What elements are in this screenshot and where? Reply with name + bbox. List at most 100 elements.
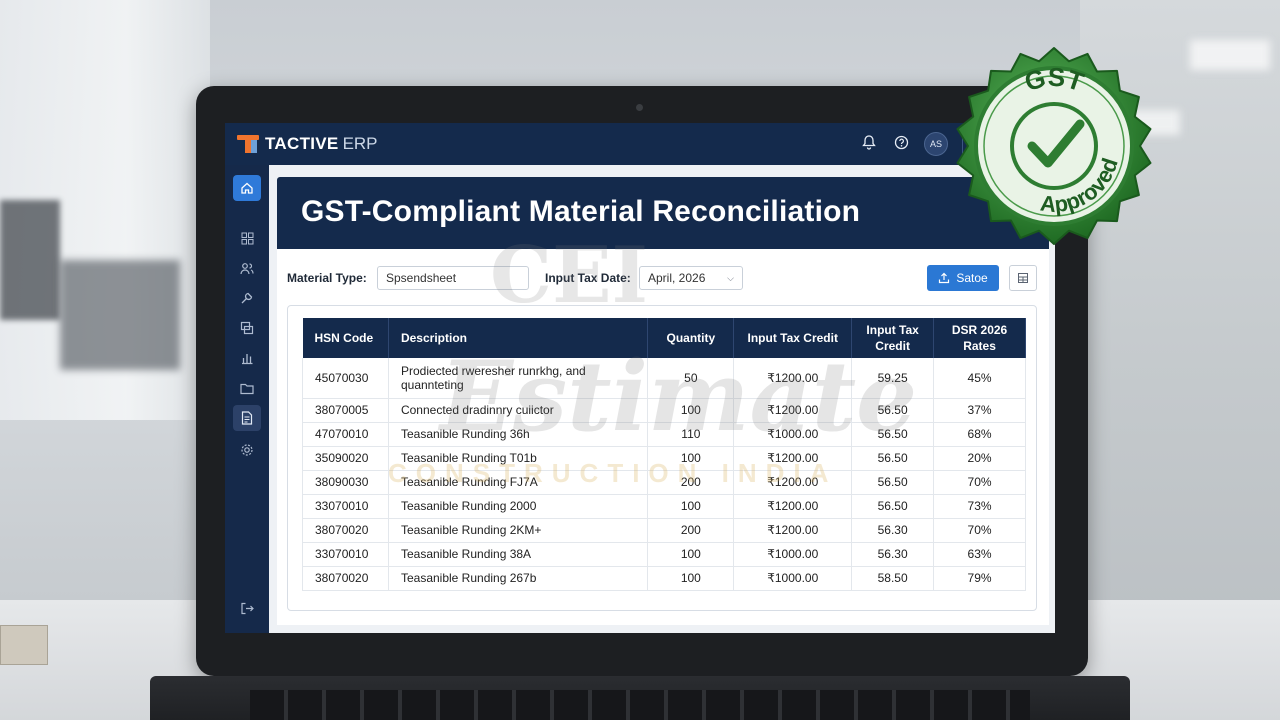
cell-hsn-code: 38070020 — [302, 518, 389, 543]
cell-input-tax-credit: ₹1200.00 — [733, 518, 853, 543]
cell-quantity: 100 — [647, 542, 735, 567]
cell-hsn-code: 33070010 — [302, 542, 389, 567]
cell-input-tax-credit-2: 58.50 — [851, 566, 935, 591]
laptop-keyboard — [250, 690, 1030, 720]
sidebar-item-logout[interactable] — [233, 595, 261, 621]
table-row[interactable]: 38070020 Teasanible Runding 2KM+ 200 ₹1200.… — [302, 518, 1026, 543]
gst-approved-badge: GST Approved — [944, 36, 1164, 256]
sidebar-item-documents[interactable] — [233, 405, 261, 431]
cell-input-tax-credit: ₹1000.00 — [733, 542, 853, 567]
cell-hsn-code: 45070030 — [302, 358, 389, 399]
input-tax-date-label: Input Tax Date: — [545, 271, 631, 285]
header-hsn-code[interactable]: HSN Code — [302, 318, 389, 358]
brand-name: TACTIVE — [265, 134, 339, 153]
table-row[interactable]: 33070010 Teasanible Runding 38A 100 ₹1000.0… — [302, 542, 1026, 567]
sidebar-item-dashboard[interactable] — [233, 225, 261, 251]
sidebar-item-inventory[interactable] — [233, 315, 261, 341]
cell-quantity: 100 — [647, 494, 735, 519]
sidebar-item-reports[interactable] — [233, 345, 261, 371]
cell-description: Connected dradinnry cuiictor — [388, 398, 649, 423]
upload-icon — [939, 272, 950, 284]
save-button[interactable]: Satoe — [927, 265, 999, 291]
users-icon — [240, 262, 254, 274]
cell-dsr-rate: 70% — [933, 518, 1026, 543]
sidebar-item-tools[interactable] — [233, 285, 261, 311]
settings-icon — [241, 444, 253, 456]
bell-icon[interactable] — [860, 135, 878, 153]
document-icon — [241, 411, 253, 425]
table-row[interactable]: 45070030 Prodiected rweresher runrkhg, an… — [302, 358, 1026, 399]
table-container: HSN Code Description Quantity Input Tax … — [287, 305, 1037, 611]
input-tax-date-select[interactable]: April, 2026 ⌵ — [639, 266, 743, 290]
table-row[interactable]: 33070010 Teasanible Runding 2000 100 ₹1200.… — [302, 494, 1026, 519]
cell-hsn-code: 38070020 — [302, 566, 389, 591]
table-row[interactable]: 47070010 Teasanible Runding 36h 110 ₹1000.0… — [302, 422, 1026, 447]
cell-dsr-rate: 70% — [933, 470, 1026, 495]
reconciliation-table: HSN Code Description Quantity Input Tax … — [302, 318, 1026, 591]
cell-input-tax-credit-2: 56.50 — [851, 422, 935, 447]
cell-input-tax-credit: ₹1000.00 — [733, 422, 853, 447]
material-type-label: Material Type: — [287, 271, 367, 285]
reconciliation-panel: Material Type: Spsendsheet Input Tax Dat… — [277, 249, 1049, 625]
table-row[interactable]: 35090020 Teasanible Runding T01b 100 ₹1200.… — [302, 446, 1026, 471]
header-input-tax-credit[interactable]: Input Tax Credit — [733, 318, 853, 358]
sidebar-item-settings[interactable] — [233, 437, 261, 463]
cell-input-tax-credit: ₹1200.00 — [733, 446, 853, 471]
cell-input-tax-credit-2: 56.50 — [851, 446, 935, 471]
cell-input-tax-credit-2: 56.50 — [851, 398, 935, 423]
cell-dsr-rate: 73% — [933, 494, 1026, 519]
cell-input-tax-credit: ₹1200.00 — [733, 494, 853, 519]
brand-logo-icon — [237, 133, 259, 155]
table-row[interactable]: 38070005 Connected dradinnry cuiictor 100 ₹… — [302, 398, 1026, 423]
cell-quantity: 200 — [647, 518, 735, 543]
cell-input-tax-credit-2: 56.30 — [851, 518, 935, 543]
material-type-value: Spsendsheet — [386, 271, 457, 285]
cell-hsn-code: 33070010 — [302, 494, 389, 519]
sidebar-item-files[interactable] — [233, 375, 261, 401]
cell-hsn-code: 38090030 — [302, 470, 389, 495]
layers-icon — [240, 321, 254, 335]
cell-description: Teasanible Runding 38A — [388, 542, 649, 567]
page-banner: GST-Compliant Material Reconciliation — [277, 177, 1049, 249]
help-icon[interactable] — [892, 135, 910, 153]
material-type-select[interactable]: Spsendsheet — [377, 266, 529, 290]
table-icon — [1018, 273, 1028, 283]
header-dsr-rates[interactable]: DSR 2026 Rates — [933, 318, 1026, 358]
cell-input-tax-credit: ₹1000.00 — [733, 566, 853, 591]
cell-dsr-rate: 45% — [933, 358, 1026, 399]
cell-description: Teasanible Runding 2KM+ — [388, 518, 649, 543]
cell-quantity: 110 — [647, 422, 735, 447]
input-tax-date-value: April, 2026 — [648, 271, 706, 285]
header-quantity[interactable]: Quantity — [647, 318, 735, 358]
cell-input-tax-credit: ₹1200.00 — [733, 358, 853, 399]
app-screen: TACTIVE ERP AS GST-Compliant Material Re… — [225, 123, 1055, 633]
header-input-tax-credit-2[interactable]: Input Tax Credit — [851, 318, 935, 358]
desk-book — [0, 625, 48, 665]
main-content: GST-Compliant Material Reconciliation Ma… — [269, 165, 1055, 633]
page-title: GST-Compliant Material Reconciliation — [301, 195, 861, 228]
cell-dsr-rate: 20% — [933, 446, 1026, 471]
table-header-row: HSN Code Description Quantity Input Tax … — [302, 318, 1026, 358]
header-description[interactable]: Description — [388, 318, 649, 358]
save-button-label: Satoe — [956, 271, 988, 285]
table-row[interactable]: 38070020 Teasanible Runding 267b 100 ₹1000.… — [302, 566, 1026, 591]
cell-input-tax-credit-2: 59.25 — [851, 358, 935, 399]
background-monitor — [0, 200, 60, 320]
background-light — [1190, 40, 1270, 70]
cell-description: Teasanible Runding T01b — [388, 446, 649, 471]
badge-top-text: GST — [1021, 62, 1088, 98]
sidebar-item-home[interactable] — [233, 175, 261, 201]
folder-icon — [240, 383, 254, 394]
cell-input-tax-credit: ₹1200.00 — [733, 470, 853, 495]
cell-hsn-code: 38070005 — [302, 398, 389, 423]
chevron-down-icon: ⌵ — [727, 272, 734, 283]
export-button[interactable] — [1009, 265, 1037, 291]
cell-dsr-rate: 37% — [933, 398, 1026, 423]
table-row[interactable]: 38090030 Teasanible Runding FJ7A 200 ₹1200.… — [302, 470, 1026, 495]
cell-dsr-rate: 68% — [933, 422, 1026, 447]
cell-description: Teasanible Runding FJ7A — [388, 470, 649, 495]
sidebar-item-users[interactable] — [233, 255, 261, 281]
cell-description: Prodiected rweresher runrkhg, and quannt… — [388, 358, 649, 399]
svg-text:GST: GST — [1021, 62, 1088, 98]
brand-suffix: ERP — [342, 134, 378, 153]
